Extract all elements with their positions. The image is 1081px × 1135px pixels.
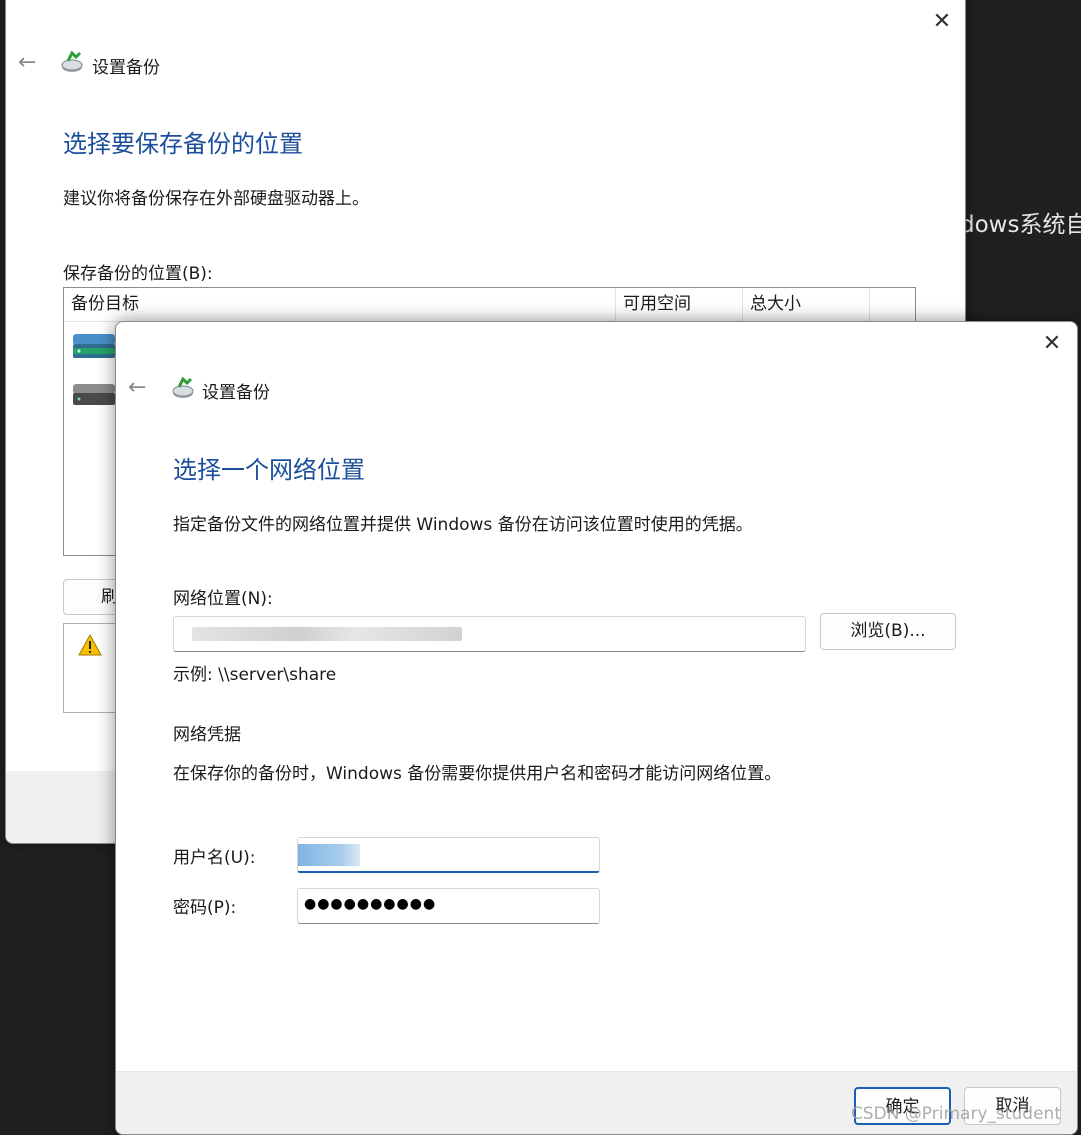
refresh-button[interactable]: 刷 (63, 579, 123, 615)
location-label: 保存备份的位置(B): (63, 264, 213, 284)
network-location-input[interactable] (173, 616, 806, 652)
browse-label: 浏览(B)... (850, 621, 926, 641)
window-title: 设置备份 (202, 383, 270, 403)
page-heading: 选择一个网络位置 (173, 456, 365, 484)
back-arrow-icon[interactable]: ← (18, 52, 36, 74)
description: 指定备份文件的网络位置并提供 Windows 备份在访问该位置时使用的凭据。 (173, 515, 753, 535)
password-input[interactable]: ●●●●●●●●●● (297, 888, 600, 924)
column-header-target[interactable]: 备份目标 (64, 288, 616, 321)
back-arrow-icon[interactable]: ← (128, 377, 146, 399)
watermark: CSDN @Primary_student (850, 1104, 1061, 1124)
password-label: 密码(P): (173, 898, 237, 918)
window-title: 设置备份 (92, 58, 160, 78)
network-location-dialog: ✕ ← 设置备份 选择一个网络位置 指定备份文件的网络位置并提供 Windows… (115, 321, 1078, 1135)
drive-icon[interactable] (72, 331, 116, 361)
warning-icon (78, 634, 102, 656)
column-header-total-size[interactable]: 总大小 (743, 288, 870, 321)
username-input[interactable] (297, 837, 600, 873)
browse-button[interactable]: 浏览(B)... (820, 613, 956, 650)
page-heading: 选择要保存备份的位置 (63, 130, 303, 158)
list-header: 备份目标 可用空间 总大小 (64, 288, 915, 322)
description: 建议你将备份保存在外部硬盘驱动器上。 (63, 189, 369, 209)
password-value: ●●●●●●●●●● (304, 896, 437, 912)
redacted-username (298, 844, 360, 866)
dialog-footer: 确定 取消 (116, 1071, 1077, 1134)
close-icon[interactable]: ✕ (927, 7, 957, 37)
background-text: dows系统自 (960, 212, 1081, 238)
redacted-path (192, 627, 462, 641)
column-header-free-space[interactable]: 可用空间 (616, 288, 743, 321)
backup-app-icon (172, 376, 194, 398)
credentials-description: 在保存你的备份时，Windows 备份需要你提供用户名和密码才能访问网络位置。 (173, 764, 782, 784)
credentials-heading: 网络凭据 (173, 725, 241, 745)
network-location-label: 网络位置(N): (173, 589, 273, 609)
close-icon[interactable]: ✕ (1037, 329, 1067, 359)
example-text: 示例: \\server\share (173, 665, 337, 685)
backup-app-icon (61, 50, 83, 72)
warning-box (63, 623, 123, 713)
username-label: 用户名(U): (173, 848, 256, 868)
drive-icon[interactable] (72, 381, 116, 411)
